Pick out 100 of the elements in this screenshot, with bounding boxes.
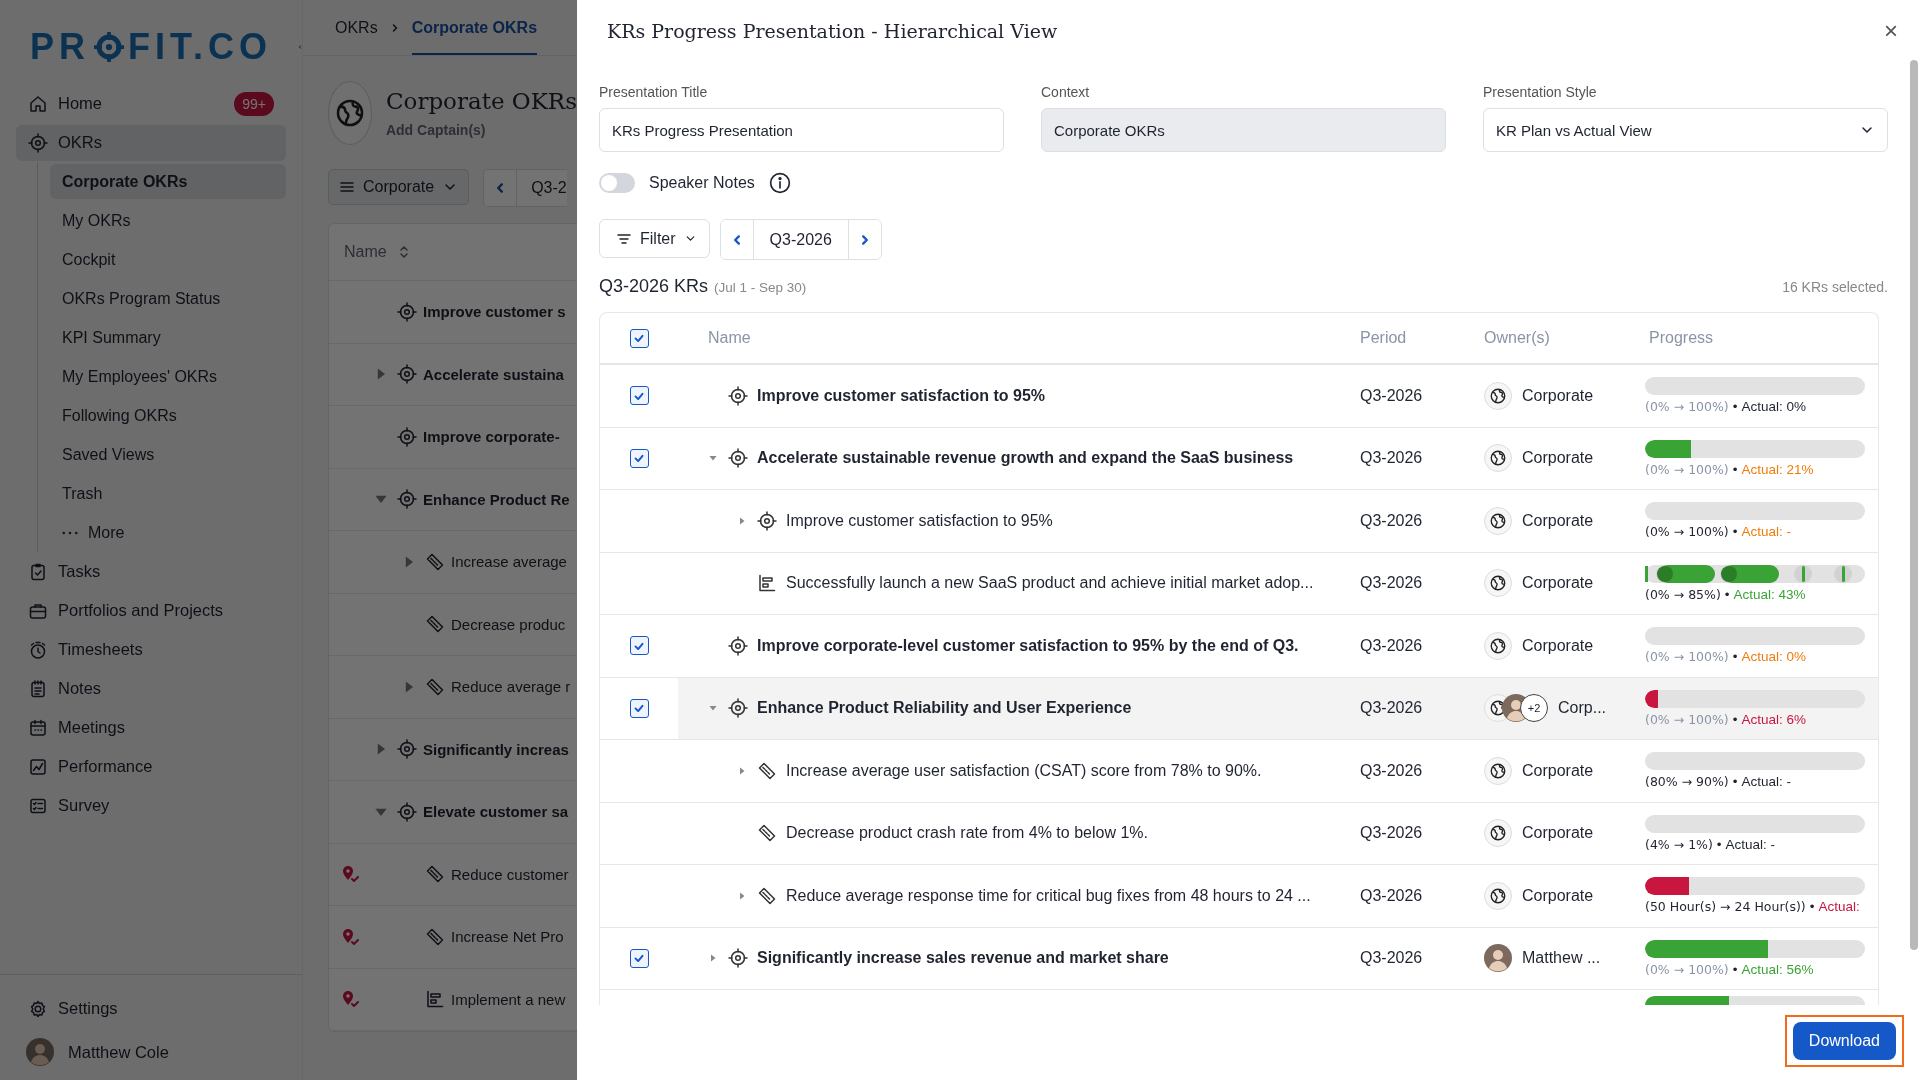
nav-subitem[interactable]: Cockpit	[50, 242, 286, 277]
target-range: (0% → 100%)	[1645, 649, 1729, 665]
okr-name[interactable]: Elevate customer sa	[423, 803, 569, 821]
close-button[interactable]: ×	[1880, 17, 1902, 45]
okr-name[interactable]: Significantly increase sales revenue and market share	[757, 949, 1169, 968]
okr-name[interactable]: Enhance Product Reliability and User Experience	[757, 699, 1132, 718]
column-header: Progress	[1649, 329, 1714, 347]
caret-icon[interactable]	[708, 953, 718, 964]
okr-name[interactable]: Increase Net Pro	[451, 928, 564, 946]
nav-subitem[interactable]: KPI Summary	[50, 320, 286, 355]
nav-subitem[interactable]: More	[50, 515, 286, 550]
checkbox[interactable]	[629, 948, 649, 968]
actual-value: Actual: -	[1725, 836, 1776, 852]
info-icon[interactable]	[768, 172, 791, 194]
checkbox[interactable]	[629, 636, 649, 656]
download-button[interactable]: Download	[1792, 1022, 1896, 1060]
period-text: Q3-2026	[1360, 949, 1423, 968]
caret-icon[interactable]	[737, 765, 747, 776]
nav-subitem[interactable]: OKRs Program Status	[50, 281, 286, 316]
okr-name[interactable]: Increase average user satisfaction (CSAT) score from 78% to 90%.	[786, 761, 1262, 780]
caret-icon[interactable]	[737, 890, 747, 901]
checkbox[interactable]	[629, 448, 649, 468]
nav-subitem[interactable]: My OKRs	[50, 203, 286, 238]
globe-icon	[1489, 824, 1507, 843]
period-text: Q3-2026	[1360, 699, 1423, 718]
avatar	[26, 1038, 54, 1066]
target-range: (0% → 100%)	[1645, 524, 1729, 540]
nav-item[interactable]: Meetings	[16, 709, 286, 746]
nav-subitem[interactable]: Saved Views	[50, 437, 286, 472]
input-field[interactable]: KRs Progress Presentation	[599, 108, 1004, 152]
okr-name[interactable]: Implement a new	[451, 990, 566, 1008]
toggle-switch[interactable]	[599, 173, 635, 193]
okr-name[interactable]: Significantly increas	[423, 740, 569, 758]
select-all-checkbox[interactable]	[629, 328, 649, 348]
page-title: Corporate OKRs	[385, 88, 577, 114]
nav-item[interactable]: Home 99+	[16, 85, 286, 122]
selection-count: 16 KRs selected.	[1782, 279, 1888, 295]
nav-item[interactable]: Notes	[16, 670, 286, 707]
column-header: Owner(s)	[1484, 329, 1550, 347]
target-icon	[28, 132, 48, 153]
okr-name[interactable]: Improve corporate-level customer satisfaction to 95% by the end of Q3.	[757, 636, 1299, 655]
checkbox[interactable]	[629, 698, 649, 718]
okr-name[interactable]: Successfully launch a new SaaS product and achieve initial market adop...	[786, 574, 1314, 593]
sort-icon[interactable]	[398, 245, 409, 259]
nav-item[interactable]: Timesheets	[16, 631, 286, 668]
settings-icon	[28, 998, 48, 1019]
nav-subitem[interactable]: Following OKRs	[50, 398, 286, 433]
okr-name[interactable]: Reduce average r	[451, 678, 571, 696]
checkbox[interactable]	[629, 386, 649, 406]
okr-name[interactable]: Accelerate sustaina	[423, 365, 564, 383]
user-name[interactable]: Matthew Cole	[68, 1042, 169, 1062]
ruler-icon	[425, 551, 445, 572]
okr-name[interactable]: Improve customer satisfaction to 95%	[786, 511, 1053, 530]
settings-item[interactable]: Settings	[16, 990, 286, 1027]
target-icon	[397, 301, 417, 322]
filter-button[interactable]: Filter	[599, 219, 710, 258]
ruler-icon	[425, 614, 445, 635]
owner-name: Corporate	[1522, 824, 1594, 843]
nav-item[interactable]: Survey	[16, 787, 286, 824]
target-icon	[397, 801, 417, 822]
okr-name[interactable]: Improve customer satisfaction to 95%	[757, 386, 1046, 405]
okr-name[interactable]: Accelerate sustainable revenue growth and expand the SaaS business	[757, 449, 1294, 468]
add-captain-link[interactable]: Add Captain(s)	[385, 122, 577, 138]
logo[interactable]: PR FIT.CO	[30, 26, 272, 68]
nav-item[interactable]: OKRs	[16, 124, 286, 161]
nav-subitem[interactable]: My Employees' OKRs	[50, 359, 286, 394]
okr-name[interactable]: Enhance Product Re	[423, 490, 570, 508]
breadcrumb-link[interactable]: Corporate OKRs	[411, 0, 538, 55]
okr-name[interactable]: Decrease produc	[451, 615, 566, 633]
target-range: (50 Hour(s) → 24 Hour(s))	[1645, 899, 1806, 915]
breadcrumb-link[interactable]: OKRs	[335, 0, 378, 55]
avatar	[1484, 944, 1512, 973]
column-header[interactable]: Name	[344, 243, 387, 261]
bullet-separator: •	[1809, 899, 1815, 915]
period-text: Q3-2026	[1360, 386, 1423, 405]
target-range: (80% → 90%)	[1645, 774, 1729, 790]
period-text: Q3-2026	[1360, 761, 1423, 780]
okr-name[interactable]: Reduce customer	[451, 865, 569, 883]
nav-subitem[interactable]: Trash	[50, 476, 286, 511]
target-icon	[728, 448, 748, 469]
caret-icon[interactable]	[737, 515, 747, 526]
select-field[interactable]: KR Plan vs Actual View	[1483, 108, 1888, 152]
okr-name[interactable]: Improve customer s	[423, 303, 566, 321]
okr-name[interactable]: Improve corporate-	[423, 428, 560, 446]
scrollbar[interactable]	[1910, 60, 1918, 950]
okr-name[interactable]: Decrease product crash rate from 4% to below 1%.	[786, 824, 1148, 843]
column-header: Name	[708, 329, 751, 347]
actual-value: Actual: 0%	[1741, 399, 1807, 415]
okr-name[interactable]: Increase average	[451, 553, 567, 571]
view-dropdown[interactable]: Corporate	[328, 169, 470, 205]
target-icon	[728, 948, 748, 969]
column-header: Period	[1360, 329, 1407, 347]
nav-item[interactable]: Performance	[16, 748, 286, 785]
nav-item[interactable]: Tasks	[16, 553, 286, 590]
nav-subitem[interactable]: Corporate OKRs	[50, 164, 286, 199]
nav-item[interactable]: Portfolios and Projects	[16, 592, 286, 629]
target-icon	[728, 698, 748, 719]
okr-name[interactable]: Reduce average response time for critical bug fixes from 48 hours to 24 ...	[786, 886, 1311, 905]
globe-icon	[1489, 886, 1507, 905]
target-range: (0% → 85%)	[1645, 586, 1721, 602]
